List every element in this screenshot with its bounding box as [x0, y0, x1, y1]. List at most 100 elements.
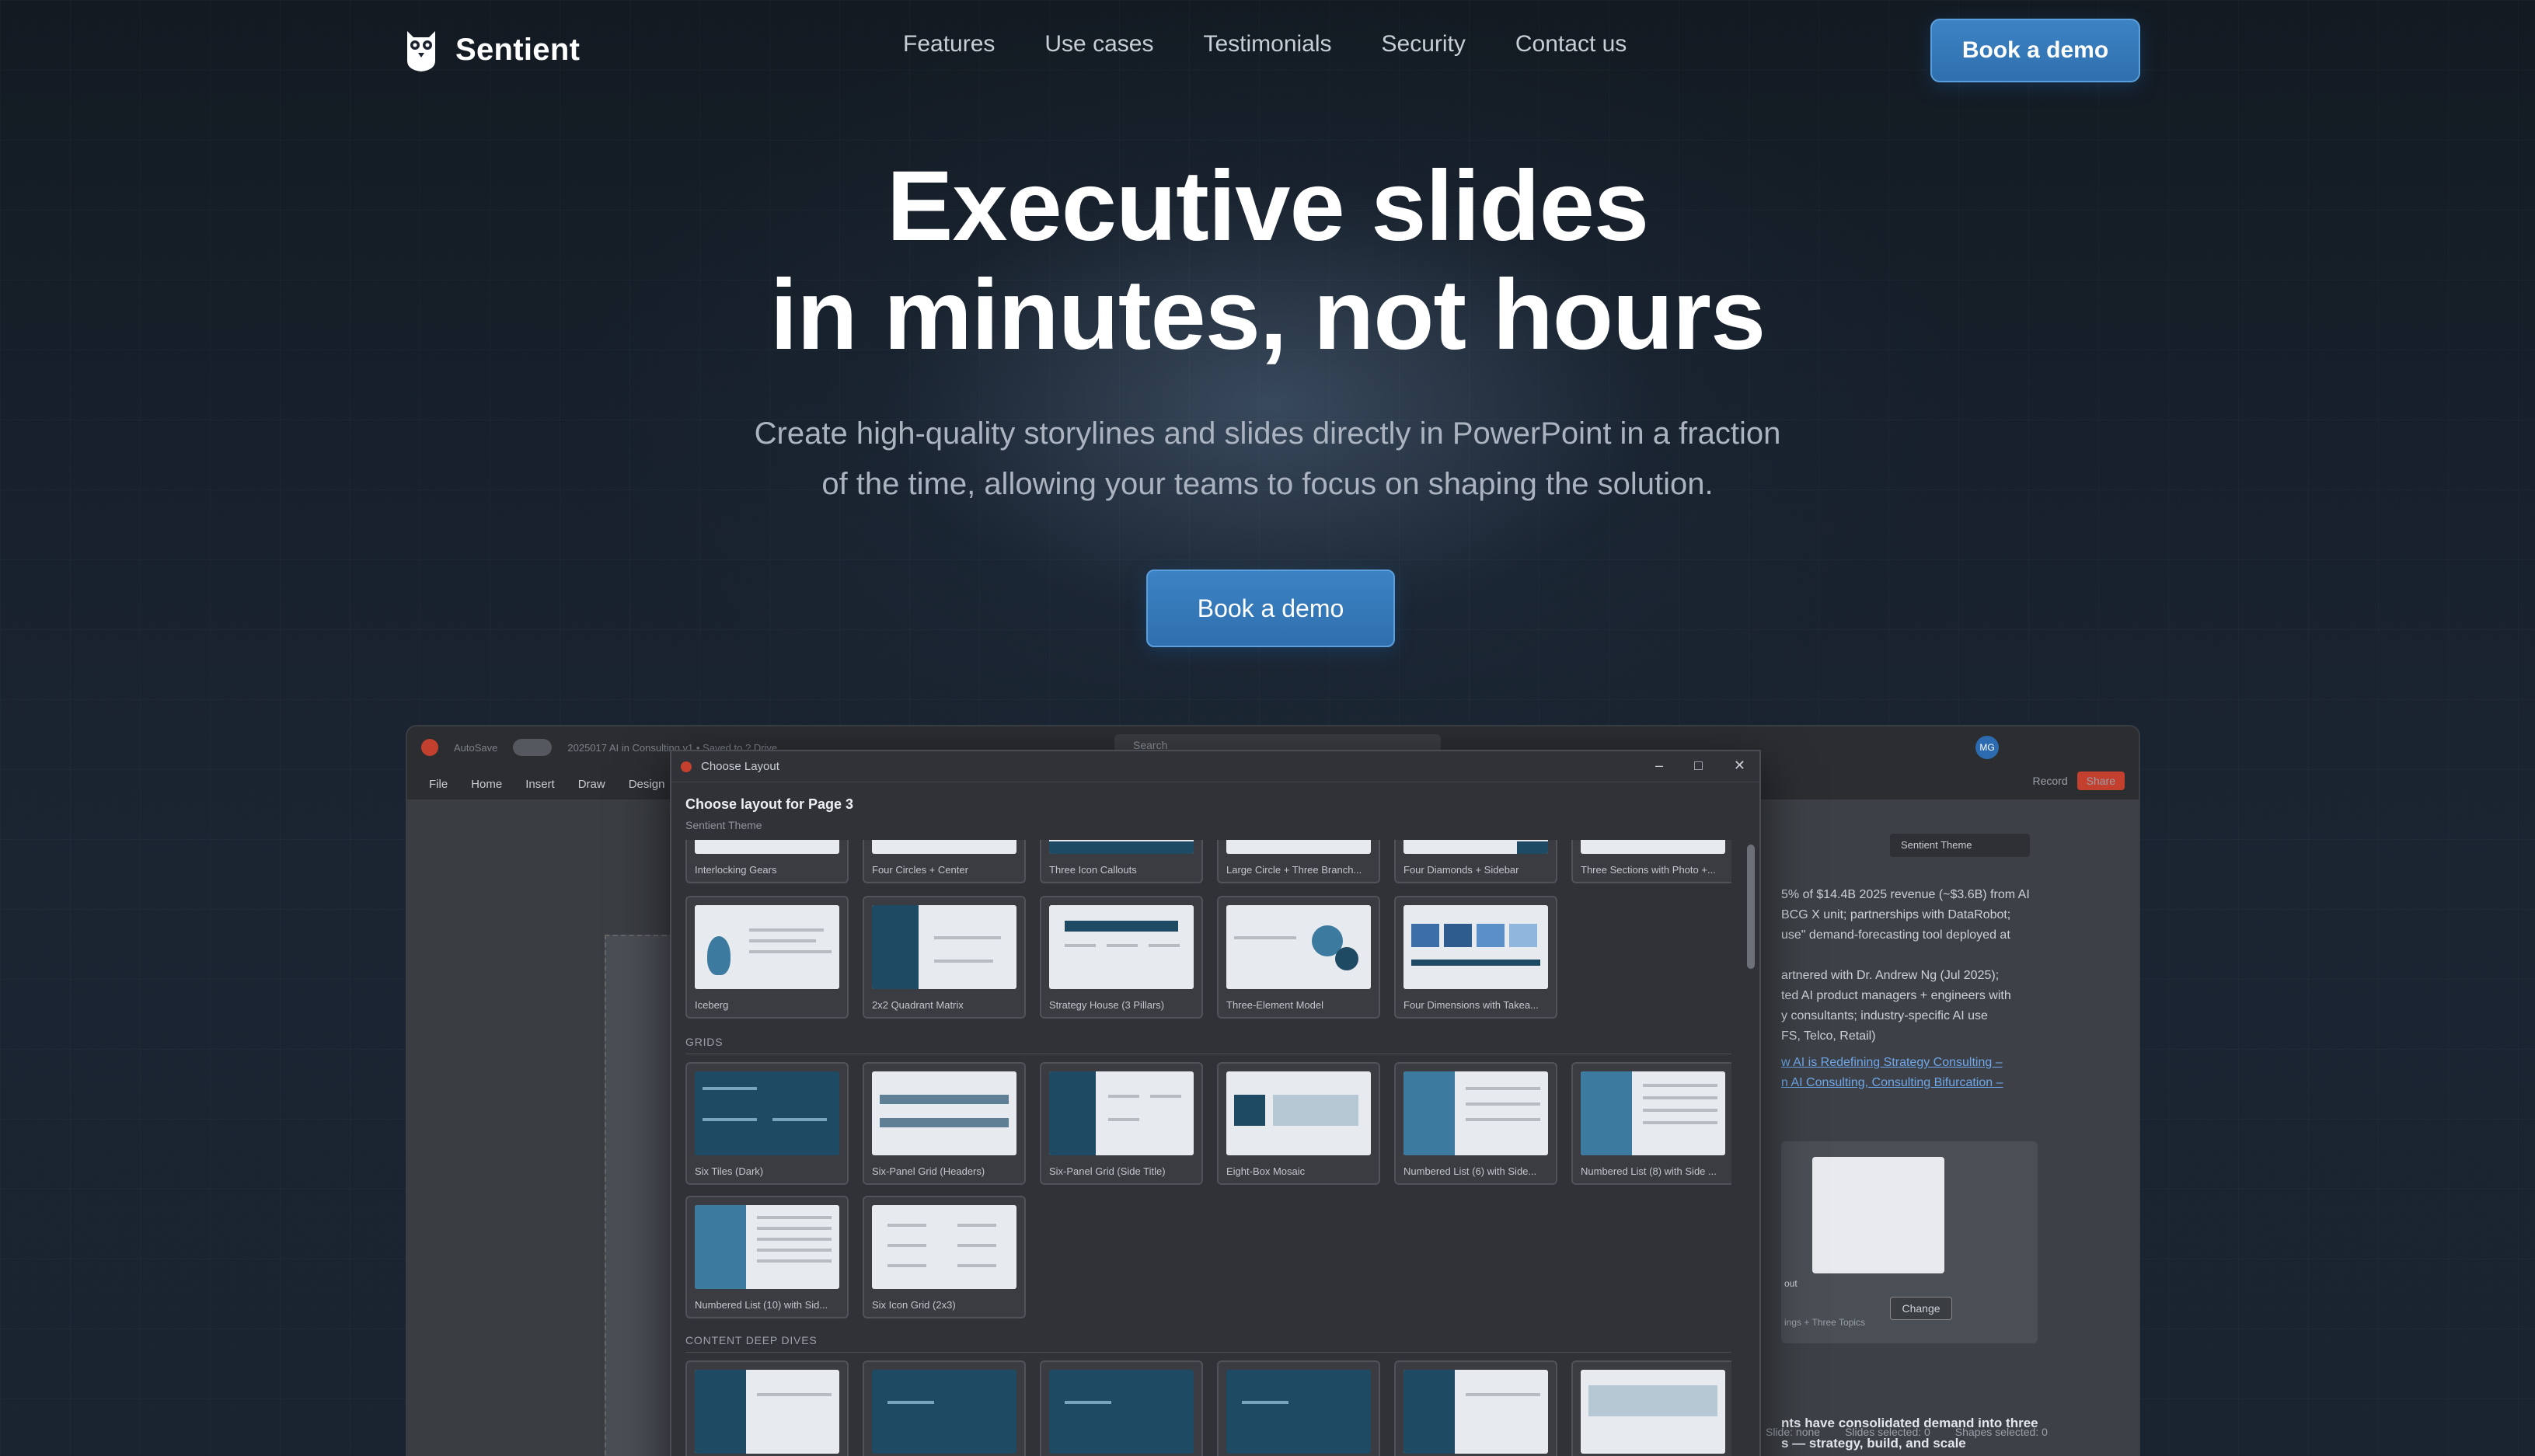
- section-content-deep-dives: CONTENT DEEP DIVES: [685, 1334, 818, 1346]
- tab-file[interactable]: File: [429, 778, 448, 791]
- sentient-side-pane: Sentient Theme 5% of $14.4B 2025 revenue…: [1750, 799, 2139, 1456]
- change-layout-button[interactable]: Change: [1890, 1297, 1952, 1320]
- layout-tile[interactable]: Three-Element Model: [1217, 896, 1380, 1019]
- close-icon[interactable]: ✕: [1734, 758, 1745, 774]
- layout-tile[interactable]: Four Dimensions with Takea...: [1394, 896, 1557, 1019]
- status-shapes-selected: Shapes selected: 0: [1954, 1426, 2048, 1438]
- layout-row: Six Tiles (Dark) Six-Panel Grid (Headers…: [685, 1062, 1731, 1185]
- layout-row: [685, 1360, 1731, 1456]
- layout-tile[interactable]: Interlocking Gears: [685, 840, 849, 883]
- layout-tile[interactable]: Three Icon Callouts: [1040, 840, 1203, 883]
- layout-tile[interactable]: Large Circle + Three Branch...: [1217, 840, 1380, 883]
- layout-tile[interactable]: Six Tiles (Dark): [685, 1062, 849, 1185]
- autosave-label: AutoSave: [454, 741, 498, 754]
- tab-insert[interactable]: Insert: [525, 778, 555, 791]
- layout-label: Four Dimensions with Takea...: [1403, 999, 1539, 1011]
- maximize-icon[interactable]: □: [1694, 758, 1703, 774]
- hero-subtitle-line-1: Create high-quality storylines and slide…: [754, 416, 1781, 451]
- card-caption: out: [1784, 1278, 1798, 1289]
- layout-tile[interactable]: Four Circles + Center: [863, 840, 1026, 883]
- nav-link-use-cases[interactable]: Use cases: [1044, 31, 1153, 57]
- tab-draw[interactable]: Draw: [578, 778, 605, 791]
- slide-placeholder[interactable]: [605, 935, 675, 1456]
- nav-link-testimonials[interactable]: Testimonials: [1203, 31, 1331, 57]
- nav-link-features[interactable]: Features: [903, 31, 995, 57]
- layout-tile[interactable]: [1571, 1360, 1731, 1456]
- layout-label: Four Circles + Center: [872, 864, 968, 876]
- minimize-icon[interactable]: –: [1655, 758, 1663, 774]
- top-nav: Sentient Features Use cases Testimonials…: [0, 0, 2535, 101]
- note-line: BCG X unit; partnerships with DataRobot;: [1781, 908, 2011, 921]
- window-controls: – □ ✕: [1655, 758, 1745, 774]
- layout-tile[interactable]: Strategy House (3 Pillars): [1040, 896, 1203, 1019]
- layout-gallery: Interlocking Gears Four Circles + Center…: [685, 840, 1731, 1456]
- nav-book-demo-button[interactable]: Book a demo: [1930, 19, 2140, 82]
- dialog-window-title: Choose Layout: [701, 760, 779, 773]
- layout-tile[interactable]: Six-Panel Grid (Headers): [863, 1062, 1026, 1185]
- layout-tile[interactable]: [685, 1360, 849, 1456]
- layout-row: Numbered List (10) with Sid... Six Icon …: [685, 1196, 1026, 1318]
- layout-tile[interactable]: Four Diamonds + Sidebar: [1394, 840, 1557, 883]
- card-caption: ings + Three Topics: [1784, 1317, 1865, 1328]
- layout-tile[interactable]: Six-Panel Grid (Side Title): [1040, 1062, 1203, 1185]
- hero-subtitle: Create high-quality storylines and slide…: [0, 409, 2535, 510]
- layout-label: 2x2 Quadrant Matrix: [872, 999, 964, 1011]
- layout-label: Large Circle + Three Branch...: [1226, 864, 1362, 876]
- layout-label: Interlocking Gears: [695, 864, 777, 876]
- hero-subtitle-line-2: of the time, allowing your teams to focu…: [821, 467, 1714, 501]
- layout-tile[interactable]: Numbered List (8) with Side ...: [1571, 1062, 1731, 1185]
- layout-tile[interactable]: Iceberg: [685, 896, 849, 1019]
- layout-label: Six-Panel Grid (Headers): [872, 1165, 985, 1177]
- layout-label: Eight-Box Mosaic: [1226, 1165, 1306, 1177]
- layout-tile[interactable]: Six Icon Grid (2x3): [863, 1196, 1026, 1318]
- owl-logo-icon: [407, 31, 435, 71]
- record-button[interactable]: Record: [2033, 775, 2068, 787]
- nav-links: Features Use cases Testimonials Security…: [903, 31, 1627, 57]
- hero-title-line-2: in minutes, not hours: [769, 260, 1766, 371]
- brand-name: Sentient: [455, 32, 581, 67]
- layout-tile[interactable]: Eight-Box Mosaic: [1217, 1062, 1380, 1185]
- layout-tile[interactable]: [1040, 1360, 1203, 1456]
- layout-label: Three Sections with Photo +...: [1581, 864, 1716, 876]
- dialog-titlebar: Choose Layout – □ ✕: [671, 751, 1759, 782]
- layout-preview-thumb: [1812, 1157, 1944, 1273]
- layout-label: Four Diamonds + Sidebar: [1403, 864, 1519, 876]
- layout-tile[interactable]: Numbered List (10) with Sid...: [685, 1196, 849, 1318]
- layout-tile[interactable]: Numbered List (6) with Side...: [1394, 1062, 1557, 1185]
- note-line: y consultants; industry-specific AI use: [1781, 1009, 1988, 1022]
- dialog-scrollbar[interactable]: [1747, 845, 1755, 969]
- layout-tile[interactable]: Three Sections with Photo +...: [1571, 840, 1731, 883]
- layout-tile[interactable]: [863, 1360, 1026, 1456]
- layout-label: Strategy House (3 Pillars): [1049, 999, 1165, 1011]
- layout-label: Iceberg: [695, 999, 729, 1011]
- layout-label: Three Icon Callouts: [1049, 864, 1137, 876]
- source-link[interactable]: n AI Consulting, Consulting Bifurcation …: [1781, 1073, 2053, 1093]
- dialog-header: Choose layout for Page 3 Sentient Theme: [671, 782, 1759, 831]
- autosave-toggle[interactable]: [513, 739, 553, 756]
- status-slides-selected: Slides selected: 0: [1845, 1426, 1930, 1438]
- layout-tile[interactable]: 2x2 Quadrant Matrix: [863, 896, 1026, 1019]
- status-bar: Slide: none Slides selected: 0 Shapes se…: [1750, 1418, 2139, 1446]
- layout-label: Six Tiles (Dark): [695, 1165, 764, 1177]
- layout-row: Interlocking Gears Four Circles + Center…: [685, 840, 1731, 883]
- layout-tile[interactable]: [1217, 1360, 1380, 1456]
- brand[interactable]: Sentient: [404, 26, 580, 73]
- section-grids: GRIDS: [685, 1036, 724, 1048]
- powerpoint-window: AutoSave 2025017 AI in Consulting v1 • S…: [406, 725, 2140, 1456]
- layout-tile[interactable]: [1394, 1360, 1557, 1456]
- source-link[interactable]: w AI is Redefining Strategy Consulting –: [1781, 1053, 2053, 1073]
- share-button[interactable]: Share: [2076, 772, 2125, 790]
- powerpoint-icon: [421, 739, 438, 756]
- note-line: ted AI product managers + engineers with: [1781, 989, 2011, 1002]
- avatar[interactable]: MG: [1975, 736, 1999, 759]
- dialog-subheading: Sentient Theme: [685, 819, 762, 831]
- nav-link-contact[interactable]: Contact us: [1515, 31, 1627, 57]
- hero-book-demo-button[interactable]: Book a demo: [1146, 570, 1395, 647]
- theme-select[interactable]: Sentient Theme: [1890, 834, 2030, 857]
- tab-home[interactable]: Home: [471, 778, 502, 791]
- layout-label: Six Icon Grid (2x3): [872, 1299, 956, 1311]
- tab-design[interactable]: Design: [629, 778, 665, 791]
- record-share-area: Record Share: [2033, 772, 2125, 790]
- layout-label: Numbered List (6) with Side...: [1403, 1165, 1537, 1177]
- nav-link-security[interactable]: Security: [1382, 31, 1466, 57]
